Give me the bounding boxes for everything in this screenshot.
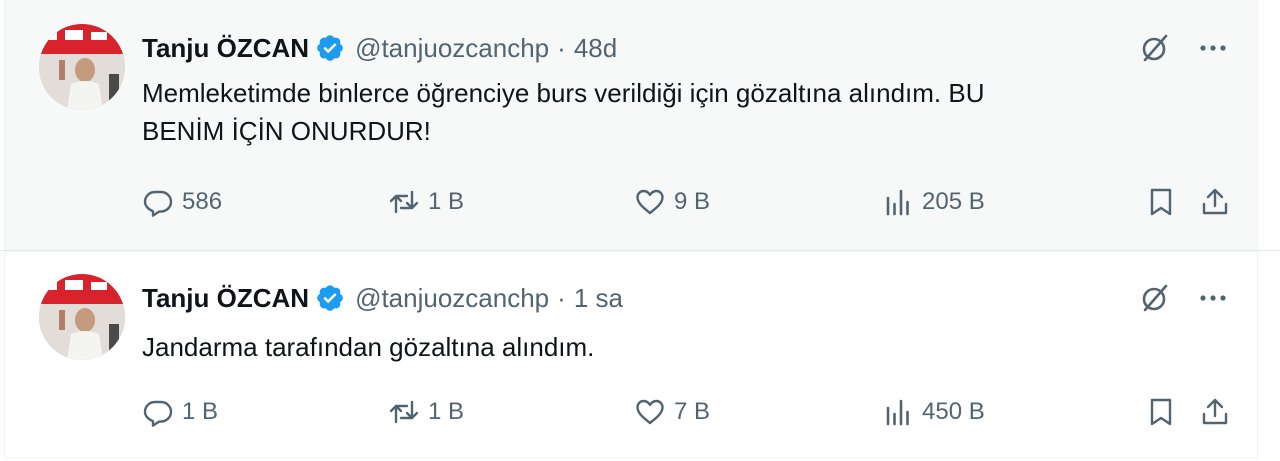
like-icon [636, 399, 664, 425]
grok-icon[interactable] [1137, 280, 1173, 316]
verified-badge-icon [317, 285, 343, 311]
views-icon [886, 189, 909, 216]
bookmark-button[interactable] [1145, 392, 1177, 432]
tweet-text: Jandarma tarafından gözaltına alındım. [142, 328, 1212, 366]
views-button[interactable]: 205 B [882, 182, 985, 222]
reply-button[interactable]: 1 B [142, 392, 218, 432]
author-handle[interactable]: @tanjuozcanchp [355, 33, 549, 64]
more-icon[interactable] [1195, 280, 1231, 316]
avatar[interactable] [39, 24, 125, 110]
like-count: 9 B [674, 188, 711, 215]
reply-count: 1 B [182, 398, 219, 425]
repost-count: 1 B [428, 398, 465, 425]
tweet-text: Memleketimde binlerce öğrenciye burs ver… [142, 74, 1212, 150]
share-button[interactable] [1199, 182, 1231, 222]
tweet-text-line: Memleketimde binlerce öğrenciye burs ver… [142, 78, 985, 108]
author-name[interactable]: Tanju ÖZCAN [142, 33, 309, 64]
views-button[interactable]: 450 B [882, 392, 985, 432]
like-icon [636, 189, 664, 215]
like-button[interactable]: 9 B [634, 182, 710, 222]
separator-dot: · [557, 282, 566, 313]
repost-icon [389, 400, 419, 424]
repost-icon [389, 190, 419, 214]
tweet-header: Tanju ÖZCAN @tanjuozcanchp · 1 sa [142, 280, 623, 316]
bookmark-icon [1150, 398, 1172, 426]
views-count: 205 B [922, 188, 985, 215]
tweet-text-line: BENİM İÇİN ONURDUR! [142, 116, 431, 146]
separator-dot: · [557, 32, 566, 63]
views-count: 450 B [922, 398, 985, 425]
share-button[interactable] [1199, 392, 1231, 432]
like-count: 7 B [674, 398, 711, 425]
author-name[interactable]: Tanju ÖZCAN [142, 283, 309, 314]
tweet-actions: 1 B 1 B 7 B 450 B [142, 392, 1231, 432]
bookmark-icon [1150, 188, 1172, 216]
repost-count: 1 B [428, 188, 465, 215]
grok-icon[interactable] [1137, 30, 1173, 66]
reply-icon [143, 400, 173, 427]
tweet[interactable]: Tanju ÖZCAN @tanjuozcanchp · 1 sa Jandar… [4, 251, 1258, 458]
share-icon [1202, 398, 1228, 425]
tweet-top-actions [1137, 30, 1231, 66]
tweet[interactable]: Tanju ÖZCAN @tanjuozcanchp · 48d Memleke… [4, 0, 1258, 250]
share-icon [1202, 188, 1228, 215]
tweet-timestamp[interactable]: 1 sa [574, 283, 623, 314]
tweet-top-actions [1137, 280, 1231, 316]
tweet-timestamp[interactable]: 48d [574, 33, 617, 64]
author-handle[interactable]: @tanjuozcanchp [355, 283, 549, 314]
tweet-actions: 586 1 B 9 B 205 B [142, 182, 1231, 222]
reply-icon [143, 190, 173, 217]
verified-badge-icon [317, 35, 343, 61]
repost-button[interactable]: 1 B [388, 182, 464, 222]
avatar[interactable] [39, 274, 125, 360]
reply-count: 586 [182, 188, 223, 215]
tweet-feed: Tanju ÖZCAN @tanjuozcanchp · 48d Memleke… [0, 0, 1280, 461]
more-icon[interactable] [1195, 30, 1231, 66]
repost-button[interactable]: 1 B [388, 392, 464, 432]
tweet-text-line: Jandarma tarafından gözaltına alındım. [142, 332, 595, 362]
like-button[interactable]: 7 B [634, 392, 710, 432]
reply-button[interactable]: 586 [142, 182, 222, 222]
tweet-header: Tanju ÖZCAN @tanjuozcanchp · 48d [142, 30, 617, 66]
views-icon [886, 399, 909, 426]
bookmark-button[interactable] [1145, 182, 1177, 222]
